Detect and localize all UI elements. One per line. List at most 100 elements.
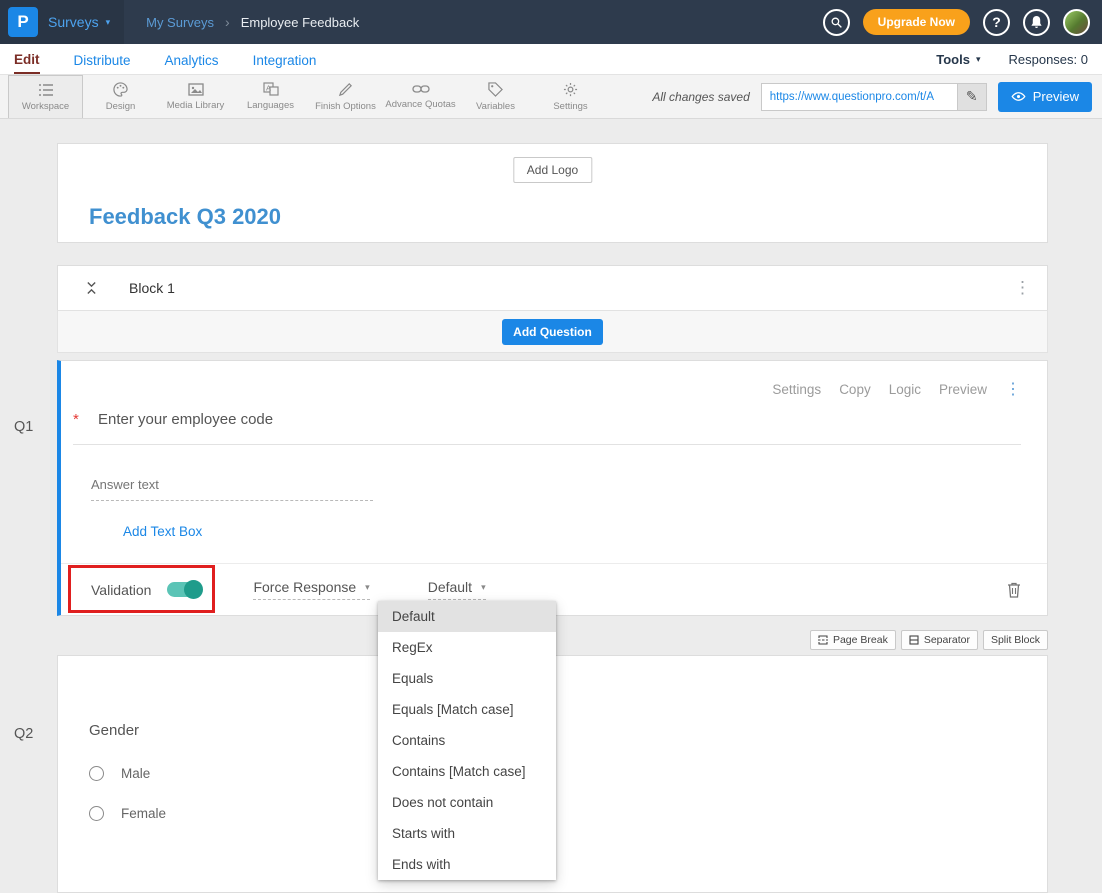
toolbar-item-label: Languages xyxy=(247,100,294,111)
upgrade-button[interactable]: Upgrade Now xyxy=(863,9,970,35)
question-text-row[interactable]: * Enter your employee code xyxy=(73,411,1021,445)
topbar: P Surveys ▾ My Surveys › Employee Feedba… xyxy=(0,0,1102,44)
force-response-select[interactable]: Force Response ▾ xyxy=(253,579,369,600)
edit-url-button[interactable]: ✎ xyxy=(957,83,987,111)
question-actions: Settings Copy Logic Preview ⋮ xyxy=(772,379,1021,399)
block-title[interactable]: Block 1 xyxy=(129,280,175,296)
workspace-icon xyxy=(38,83,54,97)
question-logic-link[interactable]: Logic xyxy=(889,382,921,397)
dropdown-option-regex[interactable]: RegEx xyxy=(378,632,556,663)
survey-header-card: Add Logo Feedback Q3 2020 xyxy=(57,143,1048,243)
search-button[interactable] xyxy=(823,9,850,36)
add-logo-button[interactable]: Add Logo xyxy=(513,157,592,183)
dropdown-option-equals[interactable]: Equals xyxy=(378,663,556,694)
toolbar-item-label: Media Library xyxy=(167,100,225,111)
separator-icon xyxy=(909,635,919,645)
split-block-button[interactable]: Split Block xyxy=(983,630,1048,650)
survey-title[interactable]: Feedback Q3 2020 xyxy=(89,204,281,230)
question-copy-link[interactable]: Copy xyxy=(839,382,871,397)
collapse-block-icon[interactable] xyxy=(86,281,97,295)
dropdown-option-contains[interactable]: Contains xyxy=(378,725,556,756)
preview-label: Preview xyxy=(1033,89,1079,104)
product-switcher: P Surveys ▾ xyxy=(0,0,124,44)
dropdown-option-starts-with[interactable]: Starts with xyxy=(378,818,556,849)
toolbar-item-design[interactable]: Design xyxy=(83,75,158,118)
question-settings-link[interactable]: Settings xyxy=(772,382,821,397)
toolbar-item-advance-quotas[interactable]: Advance Quotas xyxy=(383,75,458,118)
save-status: All changes saved xyxy=(652,90,749,104)
question-menu-icon[interactable]: ⋮ xyxy=(1005,379,1021,399)
help-button[interactable]: ? xyxy=(983,9,1010,36)
survey-url-box: ✎ xyxy=(761,83,987,111)
toolbar-item-workspace[interactable]: Workspace xyxy=(8,75,83,118)
preview-button[interactable]: Preview xyxy=(998,82,1092,112)
radio-icon xyxy=(89,766,104,781)
toolbar-item-languages[interactable]: A Languages xyxy=(233,75,308,118)
responses-count[interactable]: Responses: 0 xyxy=(1009,52,1089,67)
radio-icon xyxy=(89,806,104,821)
answer-text-input[interactable] xyxy=(91,473,373,501)
toolbar-item-finish-options[interactable]: Finish Options xyxy=(308,75,383,118)
survey-url-input[interactable] xyxy=(761,83,957,111)
delete-question-button[interactable] xyxy=(1007,582,1021,598)
question-1-text: Enter your employee code xyxy=(98,411,273,428)
toolbar-item-label: Workspace xyxy=(22,101,69,112)
toolbar-item-label: Variables xyxy=(476,101,515,112)
breadcrumb-my-surveys[interactable]: My Surveys xyxy=(146,15,214,30)
radio-option-male[interactable]: Male xyxy=(89,766,150,781)
toolbar-item-label: Settings xyxy=(553,101,587,112)
eye-icon xyxy=(1011,91,1026,102)
dropdown-option-default[interactable]: Default xyxy=(378,601,556,632)
split-block-label: Split Block xyxy=(991,634,1040,646)
question-1-card: Settings Copy Logic Preview ⋮ * Enter yo… xyxy=(57,360,1048,616)
toolbar-right: All changes saved ✎ Preview xyxy=(652,75,1094,118)
tab-analytics[interactable]: Analytics xyxy=(165,46,219,73)
breadcrumb: My Surveys › Employee Feedback xyxy=(146,14,359,30)
toolbar-item-settings[interactable]: Settings xyxy=(533,75,608,118)
chevron-down-icon: ▾ xyxy=(481,582,486,593)
required-marker: * xyxy=(73,411,79,428)
bell-icon xyxy=(1030,15,1043,29)
block-menu-icon[interactable]: ⋮ xyxy=(1014,278,1031,298)
tools-label: Tools xyxy=(936,52,970,67)
tag-icon xyxy=(488,82,503,97)
tools-menu[interactable]: Tools ▾ xyxy=(936,52,980,67)
tab-integration[interactable]: Integration xyxy=(253,46,317,73)
separator-label: Separator xyxy=(924,634,970,646)
force-response-value: Force Response xyxy=(253,579,356,595)
translate-icon: A xyxy=(263,82,279,96)
dropdown-option-ends-with[interactable]: Ends with xyxy=(378,849,556,880)
validation-toggle[interactable] xyxy=(167,582,201,597)
radio-label: Female xyxy=(121,806,166,821)
separator-button[interactable]: Separator xyxy=(901,630,978,650)
question-2-text[interactable]: Gender xyxy=(89,722,139,739)
surveys-menu[interactable]: Surveys ▾ xyxy=(48,14,110,30)
question-1-side-label: Q1 xyxy=(14,419,33,435)
toolbar-item-media-library[interactable]: Media Library xyxy=(158,75,233,118)
tab-edit[interactable]: Edit xyxy=(14,45,40,74)
dropdown-option-does-not-contain[interactable]: Does not contain xyxy=(378,787,556,818)
image-icon xyxy=(188,83,204,96)
chevron-down-icon: ▾ xyxy=(976,54,981,65)
edit-toolbar: Workspace Design Media Library A Languag… xyxy=(0,75,1102,119)
tab-distribute[interactable]: Distribute xyxy=(74,46,131,73)
questionpro-logo[interactable]: P xyxy=(8,7,38,37)
page-break-button[interactable]: Page Break xyxy=(810,630,896,650)
toolbar-item-label: Finish Options xyxy=(315,101,376,112)
toolbar-item-variables[interactable]: Variables xyxy=(458,75,533,118)
gear-icon xyxy=(563,82,578,97)
add-question-button[interactable]: Add Question xyxy=(502,319,603,345)
trash-icon xyxy=(1007,582,1021,598)
radio-label: Male xyxy=(121,766,150,781)
topbar-actions: Upgrade Now ? xyxy=(823,9,1090,36)
avatar[interactable] xyxy=(1063,9,1090,36)
radio-option-female[interactable]: Female xyxy=(89,806,166,821)
validation-label: Validation xyxy=(91,582,151,598)
validation-type-select[interactable]: Default ▾ xyxy=(428,579,486,600)
dropdown-option-equals-match-case[interactable]: Equals [Match case] xyxy=(378,694,556,725)
breadcrumb-current: Employee Feedback xyxy=(241,15,360,30)
dropdown-option-contains-match-case[interactable]: Contains [Match case] xyxy=(378,756,556,787)
notifications-button[interactable] xyxy=(1023,9,1050,36)
question-preview-link[interactable]: Preview xyxy=(939,382,987,397)
add-text-box-link[interactable]: Add Text Box xyxy=(123,524,202,539)
